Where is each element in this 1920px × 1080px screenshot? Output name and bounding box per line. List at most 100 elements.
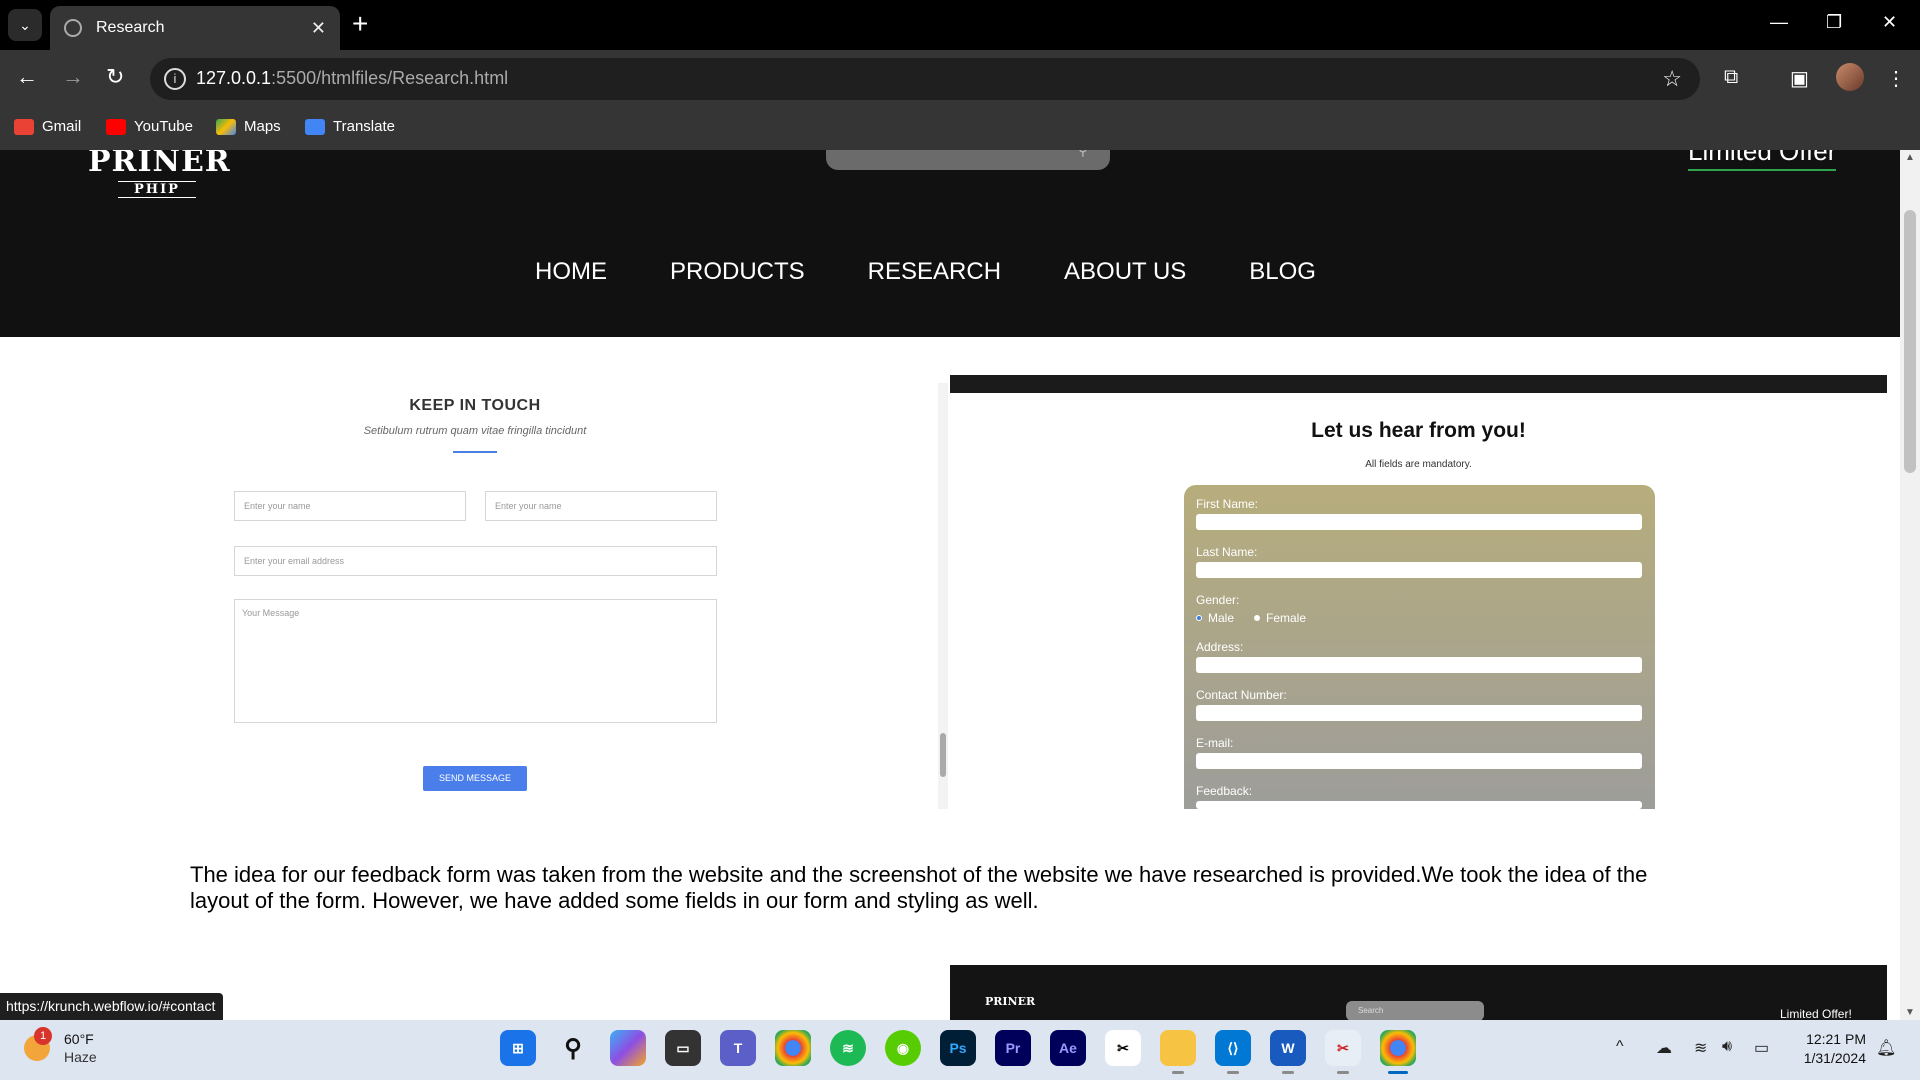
duolingo-icon[interactable]: ◉ (885, 1030, 921, 1066)
radio-male[interactable]: Male (1196, 611, 1234, 625)
radio-dot-icon (1196, 615, 1202, 621)
tray-overflow-icon[interactable]: ^ (1616, 1038, 1624, 1056)
onedrive-icon[interactable]: ☁ (1656, 1038, 1672, 1058)
radio-female[interactable]: Female (1254, 611, 1306, 625)
bookmark-maps[interactable]: Maps (216, 118, 281, 135)
tab-research[interactable]: Research ✕ (50, 6, 340, 50)
teams-icon[interactable]: T (720, 1030, 756, 1066)
nav-research[interactable]: RESEARCH (868, 258, 1001, 286)
page-scroll-thumb[interactable] (1904, 210, 1916, 473)
task-view-icon[interactable]: ▭ (665, 1030, 701, 1066)
contact-number-input[interactable] (1196, 705, 1642, 721)
restore-icon[interactable]: ❐ (1826, 12, 1842, 33)
translate-icon (305, 118, 325, 135)
nav-about-us[interactable]: ABOUT US (1064, 258, 1186, 286)
weather-badge: 1 (34, 1027, 52, 1045)
tab-search-button[interactable]: ⌄ (8, 9, 42, 41)
tab-title: Research (96, 19, 165, 36)
last-name-input[interactable] (1196, 562, 1642, 578)
first-name-input[interactable] (1196, 514, 1642, 530)
limited-offer-link[interactable]: Limited Offer (1688, 150, 1837, 171)
maps-icon (216, 118, 236, 135)
notifications-icon[interactable]: 🔔︎ (1876, 1038, 1896, 1058)
status-url-bubble: https://krunch.webflow.io/#contact (0, 993, 224, 1020)
volume-icon[interactable]: 🔊︎ (1722, 1038, 1732, 1056)
photoshop-icon[interactable]: Ps (940, 1030, 976, 1066)
address-input[interactable] (1196, 657, 1642, 673)
reload-icon[interactable]: ↻ (106, 64, 124, 90)
label-first-name: First Name: (1196, 497, 1259, 511)
search-icon[interactable]: ⚲ (1078, 150, 1088, 159)
bookmark-gmail[interactable]: Gmail (14, 118, 81, 135)
label-address: Address: (1196, 640, 1244, 654)
spotify-icon[interactable]: ≋ (830, 1030, 866, 1066)
clock[interactable]: 12:21 PM 1/31/2024 (1790, 1030, 1866, 1068)
clock-time: 12:21 PM (1806, 1031, 1866, 1047)
address-bar[interactable]: i 127.0.0.1:5500/htmlfiles/Research.html… (150, 58, 1700, 100)
nav-products[interactable]: PRODUCTS (670, 258, 805, 286)
feedback-input[interactable] (1196, 801, 1642, 809)
premiere-icon[interactable]: Pr (995, 1030, 1031, 1066)
word-icon[interactable]: W (1270, 1030, 1306, 1074)
bookmark-translate[interactable]: Translate (305, 118, 395, 135)
search-icon[interactable]: ⚲ (555, 1030, 591, 1066)
minimize-icon[interactable]: — (1770, 12, 1788, 33)
email-field[interactable]: Enter your email address (234, 546, 717, 576)
snipping-tool-icon[interactable]: ✂ (1325, 1030, 1361, 1074)
embed-scrollbar[interactable] (938, 383, 948, 809)
page-viewport: PRINER PHIP ⚲ Limited Offer HOME PRODUCT… (0, 150, 1900, 1020)
clock-date: 1/31/2024 (1803, 1050, 1866, 1066)
tab-close-icon[interactable]: ✕ (311, 18, 326, 39)
page-scrollbar[interactable]: ▲ ▼ (1900, 150, 1920, 1020)
capcut-icon[interactable]: ✂ (1105, 1030, 1141, 1066)
new-tab-button[interactable]: + (352, 10, 368, 38)
chrome-profile-icon[interactable] (1380, 1030, 1416, 1074)
email-input[interactable] (1196, 753, 1642, 769)
taskbar-apps: ⊞ ⚲ ▭ T ≋ ◉ Ps Pr Ae ✂ ⟨⟩ W ✂ (500, 1030, 1416, 1074)
name-field-1[interactable]: Enter your name (234, 491, 466, 521)
battery-icon[interactable]: ▭ (1754, 1038, 1769, 1058)
second-screenshot: PRINER Search Limited Offer! (950, 965, 1887, 1020)
profile-avatar[interactable] (1836, 63, 1864, 91)
bookmarks-bar: Gmail YouTube Maps Translate (0, 108, 1920, 150)
globe-icon (64, 19, 82, 37)
contact-section: KEEP IN TOUCH Setibulum rutrum quam vita… (233, 397, 717, 453)
youtube-icon (106, 118, 126, 135)
file-explorer-icon[interactable] (1160, 1030, 1196, 1074)
vscode-icon[interactable]: ⟨⟩ (1215, 1030, 1251, 1074)
send-message-button[interactable]: SEND MESSAGE (423, 766, 527, 791)
wifi-icon[interactable]: ≋ (1694, 1038, 1707, 1058)
browser-toolbar: ← → ↻ i 127.0.0.1:5500/htmlfiles/Researc… (0, 50, 1920, 108)
screenshot-logo: PRINER (985, 995, 1036, 1008)
after-effects-icon[interactable]: Ae (1050, 1030, 1086, 1066)
forward-icon[interactable]: → (62, 64, 84, 90)
bookmark-youtube[interactable]: YouTube (106, 118, 193, 135)
feedback-screenshot: Let us hear from you! All fields are man… (950, 375, 1887, 809)
copilot-icon[interactable] (610, 1030, 646, 1066)
weather-temp: 60°F (64, 1031, 94, 1047)
close-window-icon[interactable]: ✕ (1882, 12, 1897, 33)
scroll-up-icon[interactable]: ▲ (1905, 152, 1915, 163)
message-field[interactable]: Your Message (234, 599, 717, 723)
nav-blog[interactable]: BLOG (1249, 258, 1316, 286)
extensions-icon[interactable]: ⧉ (1724, 66, 1738, 89)
embed-scroll-thumb[interactable] (940, 733, 946, 777)
bookmark-star-icon[interactable]: ☆ (1662, 66, 1682, 92)
menu-dots-icon[interactable]: ⋮ (1886, 66, 1906, 91)
name-field-2[interactable]: Enter your name (485, 491, 717, 521)
site-logo[interactable]: PRINER PHIP (88, 150, 230, 198)
url-text[interactable]: 127.0.0.1:5500/htmlfiles/Research.html (196, 68, 508, 89)
side-panel-icon[interactable]: ▣ (1790, 66, 1809, 91)
weather-sun-icon: 1 (24, 1027, 52, 1061)
site-info-icon[interactable]: i (164, 68, 186, 90)
contact-subtitle: Setibulum rutrum quam vitae fringilla ti… (363, 425, 587, 437)
site-nav: HOME PRODUCTS RESEARCH ABOUT US BLOG (535, 258, 1316, 286)
nav-home[interactable]: HOME (535, 258, 607, 286)
scroll-down-icon[interactable]: ▼ (1905, 1007, 1915, 1018)
label-email: E-mail: (1196, 736, 1234, 750)
back-icon[interactable]: ← (16, 64, 38, 90)
weather-widget[interactable]: 1 60°F Haze (24, 1027, 97, 1066)
site-search-input[interactable]: ⚲ (826, 150, 1110, 170)
chrome-icon[interactable] (775, 1030, 811, 1066)
start-icon[interactable]: ⊞ (500, 1030, 536, 1066)
